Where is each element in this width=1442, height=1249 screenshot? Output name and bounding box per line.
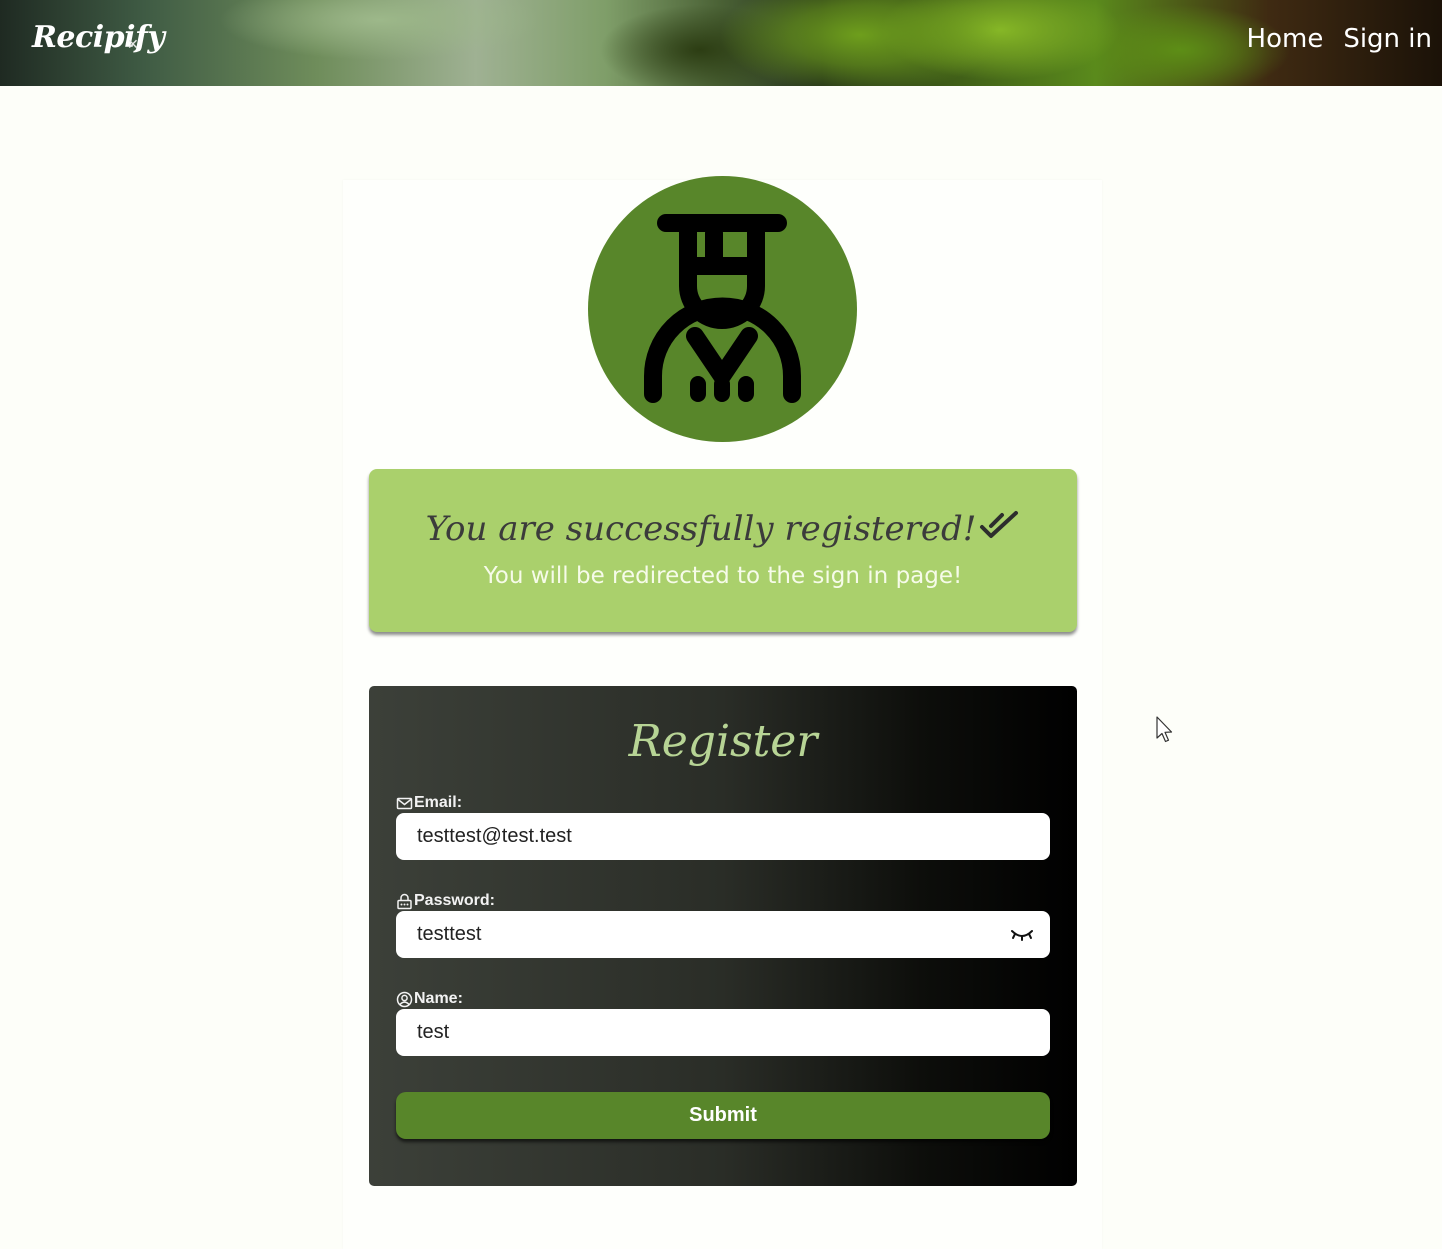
success-title-text: You are successfully registered! bbox=[425, 509, 977, 549]
name-input-value: test bbox=[417, 1021, 450, 1043]
success-title: You are successfully registered! bbox=[369, 509, 1077, 549]
user-circle-icon bbox=[396, 991, 413, 1007]
site-logo[interactable]: Recipify bbox=[32, 20, 165, 55]
email-label: Email: bbox=[396, 794, 462, 812]
register-form: Register Email: testtest@test.test Passw… bbox=[369, 686, 1077, 1186]
password-label-text: Password: bbox=[414, 892, 495, 909]
nav-home-link[interactable]: Home bbox=[1247, 24, 1324, 54]
email-label-text: Email: bbox=[414, 794, 463, 811]
name-label-text: Name: bbox=[414, 990, 463, 1007]
chef-icon bbox=[644, 214, 801, 403]
main-nav: Home Sign in bbox=[1247, 24, 1432, 54]
success-subtitle: You will be redirected to the sign in pa… bbox=[483, 563, 963, 589]
password-input-value: testtest bbox=[417, 923, 482, 945]
eye-closed-icon[interactable] bbox=[1010, 926, 1034, 944]
chef-avatar bbox=[588, 176, 857, 442]
utensils-icon: ✕ bbox=[127, 36, 139, 52]
name-input[interactable]: test bbox=[396, 1009, 1050, 1056]
mouse-cursor-icon bbox=[1156, 716, 1173, 743]
submit-button[interactable]: Submit bbox=[396, 1092, 1050, 1139]
email-input[interactable]: testtest@test.test bbox=[396, 813, 1050, 860]
double-check-icon bbox=[980, 511, 1019, 538]
email-input-value: testtest@test.test bbox=[417, 825, 572, 847]
site-header: Recipify ✕ Home Sign in bbox=[0, 0, 1442, 86]
envelope-icon bbox=[396, 797, 413, 809]
nav-sign-in-link[interactable]: Sign in bbox=[1343, 24, 1432, 54]
password-input[interactable]: testtest bbox=[396, 911, 1050, 958]
register-title: Register bbox=[628, 716, 818, 767]
name-label: Name: bbox=[396, 990, 463, 1008]
lock-icon bbox=[397, 893, 412, 909]
success-banner: You are successfully registered! You wil… bbox=[369, 469, 1077, 632]
password-label: Password: bbox=[396, 892, 495, 910]
